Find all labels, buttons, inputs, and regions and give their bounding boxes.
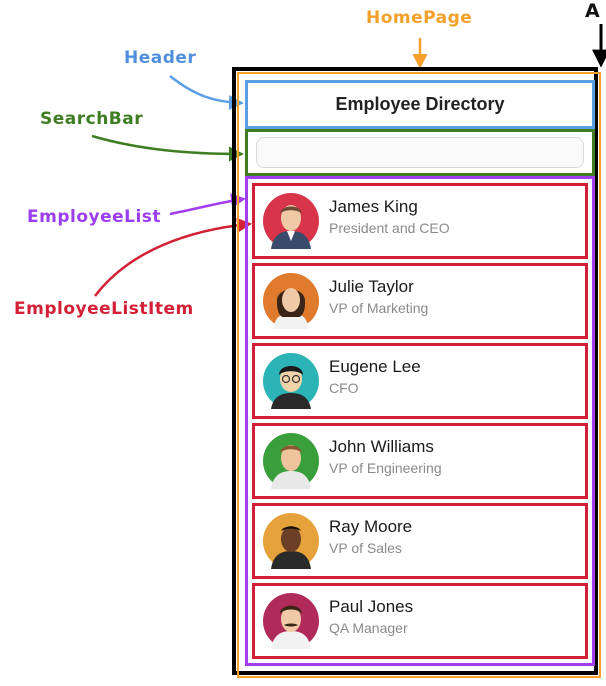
app-annotation-label: A [585, 0, 601, 22]
avatar-eugene-lee-icon [263, 353, 319, 409]
employee-list: James King President and CEO Julie Taylo… [245, 176, 595, 666]
employee-list-item[interactable]: Eugene Lee CFO [252, 343, 588, 419]
employee-title: VP of Sales [329, 540, 402, 556]
header-annotation-label: Header [124, 48, 197, 68]
searchbar-annotation-label: SearchBar [40, 109, 144, 129]
employee-name: Paul Jones [329, 597, 414, 616]
employee-title: VP of Engineering [329, 460, 442, 476]
employee-title: CFO [329, 380, 359, 396]
homepage-annotation-label: HomePage [366, 8, 473, 28]
employee-list-item[interactable]: John Williams VP of Engineering [252, 423, 588, 499]
avatar-james-king-icon [263, 193, 319, 249]
employee-list-annotation-label: EmployeeList [27, 207, 162, 227]
search-bar [245, 129, 595, 176]
employee-title: President and CEO [329, 220, 450, 236]
avatar-julie-taylor-icon [263, 273, 319, 329]
employee-title: QA Manager [329, 620, 408, 636]
employee-name: Julie Taylor [329, 277, 414, 296]
page-title: Employee Directory [335, 94, 505, 114]
searchbar-arrow [91, 134, 244, 162]
employee-name: John Williams [329, 437, 434, 456]
empitem-arrow [94, 217, 252, 297]
employee-list-item[interactable]: Julie Taylor VP of Marketing [252, 263, 588, 339]
employee-title: VP of Marketing [329, 300, 429, 316]
header: Employee Directory [245, 80, 595, 129]
employee-name: Ray Moore [329, 517, 413, 536]
employee-name: Eugene Lee [329, 357, 421, 376]
employee-list-item[interactable]: Ray Moore VP of Sales [252, 503, 588, 579]
employee-name: James King [329, 197, 418, 216]
header-arrow [169, 75, 244, 111]
search-input[interactable] [256, 137, 584, 168]
avatar-john-williams-icon [263, 433, 319, 489]
employee-list-item-annotation-label: EmployeeListItem [14, 299, 194, 319]
employee-list-item[interactable]: Paul Jones QA Manager [252, 583, 588, 659]
avatar-ray-moore-icon [263, 513, 319, 569]
avatar-paul-jones-icon [263, 593, 319, 649]
employee-list-item[interactable]: James King President and CEO [252, 183, 588, 259]
